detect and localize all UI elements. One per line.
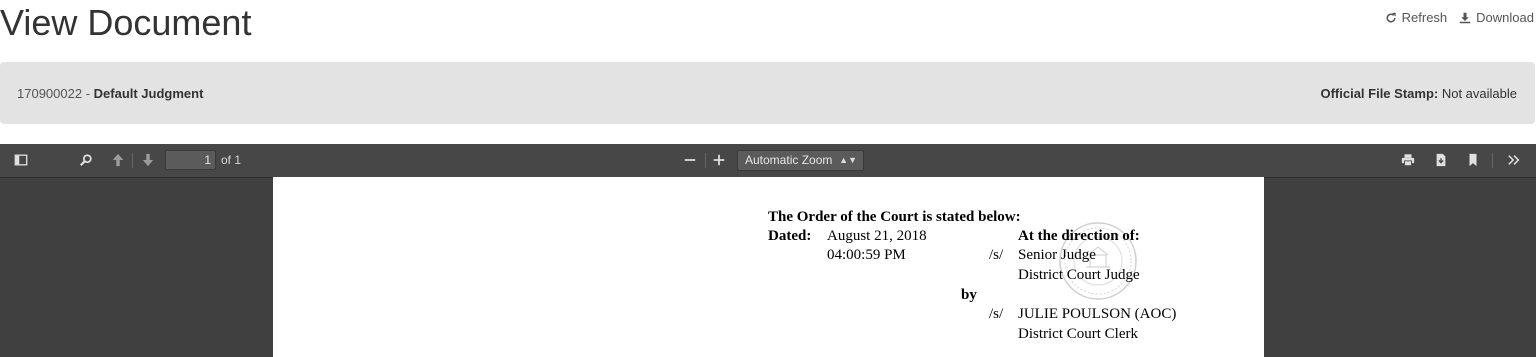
zoom-value: Automatic Zoom — [745, 153, 833, 167]
refresh-link[interactable]: Refresh — [1385, 10, 1448, 25]
previous-page-button[interactable] — [106, 148, 130, 172]
download-icon — [1436, 153, 1446, 167]
judge-title: District Court Judge — [1018, 267, 1140, 283]
print-icon — [1401, 154, 1415, 167]
refresh-icon — [1386, 11, 1396, 22]
zoom-in-button[interactable] — [707, 148, 731, 172]
toolbar-separator — [132, 153, 133, 168]
select-arrows-icon: ▲▼ — [839, 155, 857, 165]
zoom-out-icon — [684, 159, 696, 161]
toolbar-separator — [1492, 153, 1493, 168]
bookmark-button[interactable] — [1461, 148, 1485, 172]
page-count: of 1 — [221, 153, 242, 167]
clerk-name: JULIE POULSON (AOC) — [1018, 306, 1177, 322]
page-title: View Document — [0, 2, 252, 43]
sidebar-toggle-button[interactable] — [9, 148, 33, 172]
signature-mark: /s/ — [989, 306, 1004, 322]
bookmark-icon — [1469, 153, 1477, 167]
order-date: August 21, 2018 — [827, 228, 927, 244]
direction-heading: At the direction of: — [1018, 228, 1140, 244]
signature-mark: /s/ — [989, 247, 1004, 263]
download-link[interactable]: Download — [1459, 10, 1534, 25]
search-icon — [79, 154, 92, 167]
arrow-up-icon — [112, 153, 124, 167]
zoom-in-icon — [713, 154, 725, 166]
toolbar-separator — [705, 153, 706, 168]
sidebar-toggle-icon — [14, 154, 28, 166]
next-page-button[interactable] — [136, 148, 160, 172]
zoom-out-button[interactable] — [678, 148, 702, 172]
save-document-button[interactable] — [1429, 148, 1453, 172]
pdf-toolbar: of 1 Automatic Zoom ▲▼ — [0, 144, 1536, 178]
arrow-down-icon — [142, 153, 154, 167]
document-name: Default Judgment — [93, 86, 204, 101]
zoom-select[interactable]: Automatic Zoom ▲▼ — [737, 150, 864, 171]
order-heading: The Order of the Court is stated below: — [768, 209, 1021, 225]
download-label: Download — [1476, 10, 1534, 25]
refresh-label: Refresh — [1401, 10, 1448, 25]
identifier-separator: - — [82, 86, 94, 101]
document-info-bar: 170900022 - Default Judgment Official Fi… — [0, 62, 1535, 124]
by-label: by — [961, 287, 977, 303]
find-button[interactable] — [74, 148, 98, 172]
pdf-page: The Order of the Court is stated below: … — [273, 177, 1264, 357]
document-identifier: 170900022 - Default Judgment — [17, 86, 203, 101]
top-actions: Refresh Download — [1385, 10, 1534, 25]
page-number-input[interactable] — [165, 150, 216, 170]
file-stamp-value: Not available — [1441, 86, 1517, 101]
clerk-title: District Court Clerk — [1018, 326, 1138, 342]
print-button[interactable] — [1396, 148, 1420, 172]
chevron-double-right-icon — [1508, 155, 1520, 165]
download-icon — [1459, 12, 1471, 23]
tools-button[interactable] — [1502, 148, 1526, 172]
dated-label: Dated: — [768, 228, 812, 244]
pdf-viewer: of 1 Automatic Zoom ▲▼ — [0, 144, 1536, 357]
order-time: 04:00:59 PM — [827, 247, 906, 263]
file-stamp: Official File Stamp: Not available — [1320, 86, 1517, 101]
judge-name: Senior Judge — [1018, 247, 1096, 263]
case-number: 170900022 — [17, 86, 83, 101]
file-stamp-label: Official File Stamp: — [1320, 86, 1439, 101]
